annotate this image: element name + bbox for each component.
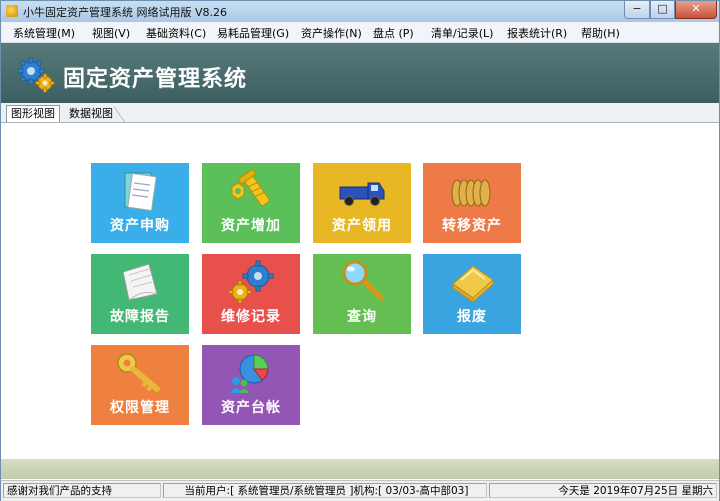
window-title: 小牛固定资产管理系统 网络试用版 V8.26 [23, 6, 228, 19]
menu-inventory[interactable]: 盘点 (P) [373, 25, 414, 41]
banner-title: 固定资产管理系统 [63, 67, 248, 92]
menu-basic-data[interactable]: 基础资料(C) [146, 25, 206, 41]
tile-repair-records[interactable]: 维修记录 [202, 254, 300, 334]
gears-icon [228, 260, 274, 304]
status-bar: 感谢对我们产品的支持 当前用户:[ 系统管理员/系统管理员 ]机构:[ 03/0… [1, 480, 719, 501]
close-button[interactable]: ✕ [675, 1, 717, 19]
header-banner: 固定资产管理系统 [1, 43, 719, 103]
menu-system[interactable]: 系统管理(M) [13, 25, 75, 41]
tile-label: 故障报告 [110, 309, 170, 325]
menu-reports[interactable]: 报表统计(R) [507, 25, 567, 41]
tile-asset-receive[interactable]: 资产领用 [313, 163, 411, 243]
key-icon [117, 353, 160, 392]
tile-asset-purchase[interactable]: 资产申购 [91, 163, 189, 243]
bolt-nut-icon [231, 169, 270, 207]
gears-icon [17, 57, 55, 93]
paper-icon [122, 263, 158, 301]
tile-scrap[interactable]: 报废 [423, 254, 521, 334]
title-bar[interactable]: 小牛固定资产管理系统 网络试用版 V8.26 − □ ✕ [1, 1, 719, 23]
tile-label: 查询 [347, 309, 377, 325]
minimize-button[interactable]: − [624, 1, 650, 19]
tile-label: 资产增加 [221, 218, 281, 234]
decorative-footer-bar [1, 459, 719, 479]
magnifier-icon [342, 260, 384, 301]
document-icon [124, 172, 157, 212]
status-date: 今天是 2019年07月25日 星期六 [489, 483, 717, 498]
menu-lists[interactable]: 清单/记录(L) [431, 25, 493, 41]
tile-label: 权限管理 [110, 400, 170, 416]
tile-panel: 资产申购 资产增加 资产领用 转移资产 故障报告 维修记录 查询 报废 权限管理… [1, 123, 719, 459]
folder-icon [452, 265, 494, 304]
tile-label: 维修记录 [221, 309, 281, 325]
tile-asset-transfer[interactable]: 转移资产 [423, 163, 521, 243]
tab-data-view[interactable]: 数据视图 [65, 106, 117, 122]
tile-label: 资产申购 [110, 218, 170, 234]
tile-fault-report[interactable]: 故障报告 [91, 254, 189, 334]
menu-help[interactable]: 帮助(H) [581, 25, 620, 41]
tile-label: 资产台帐 [221, 400, 281, 416]
tile-label: 转移资产 [442, 218, 502, 234]
tile-query[interactable]: 查询 [313, 254, 411, 334]
tab-graphic-view[interactable]: 图形视图 [6, 105, 60, 122]
view-tabs: 图形视图 数据视图 [1, 103, 719, 123]
menu-bar: 系统管理(M) 视图(V) 基础资料(C) 易耗品管理(G) 资产操作(N) 盘… [1, 22, 719, 43]
coins-icon [451, 179, 491, 207]
tile-permissions[interactable]: 权限管理 [91, 345, 189, 425]
tile-label: 报废 [457, 309, 487, 325]
maximize-button[interactable]: □ [650, 1, 675, 19]
menu-consumables[interactable]: 易耗品管理(G) [217, 25, 289, 41]
pie-chart-icon [230, 354, 269, 393]
truck-icon [339, 182, 385, 206]
tile-asset-add[interactable]: 资产增加 [202, 163, 300, 243]
status-user-info: 当前用户:[ 系统管理员/系统管理员 ]机构:[ 03/03-高中部03] [163, 483, 487, 498]
status-message: 感谢对我们产品的支持 [3, 483, 161, 498]
app-icon [6, 5, 18, 17]
menu-view[interactable]: 视图(V) [92, 25, 130, 41]
menu-asset-ops[interactable]: 资产操作(N) [301, 25, 362, 41]
app-window: 小牛固定资产管理系统 网络试用版 V8.26 − □ ✕ 系统管理(M) 视图(… [0, 0, 720, 501]
tile-label: 资产领用 [332, 218, 392, 234]
tile-asset-ledger[interactable]: 资产台帐 [202, 345, 300, 425]
